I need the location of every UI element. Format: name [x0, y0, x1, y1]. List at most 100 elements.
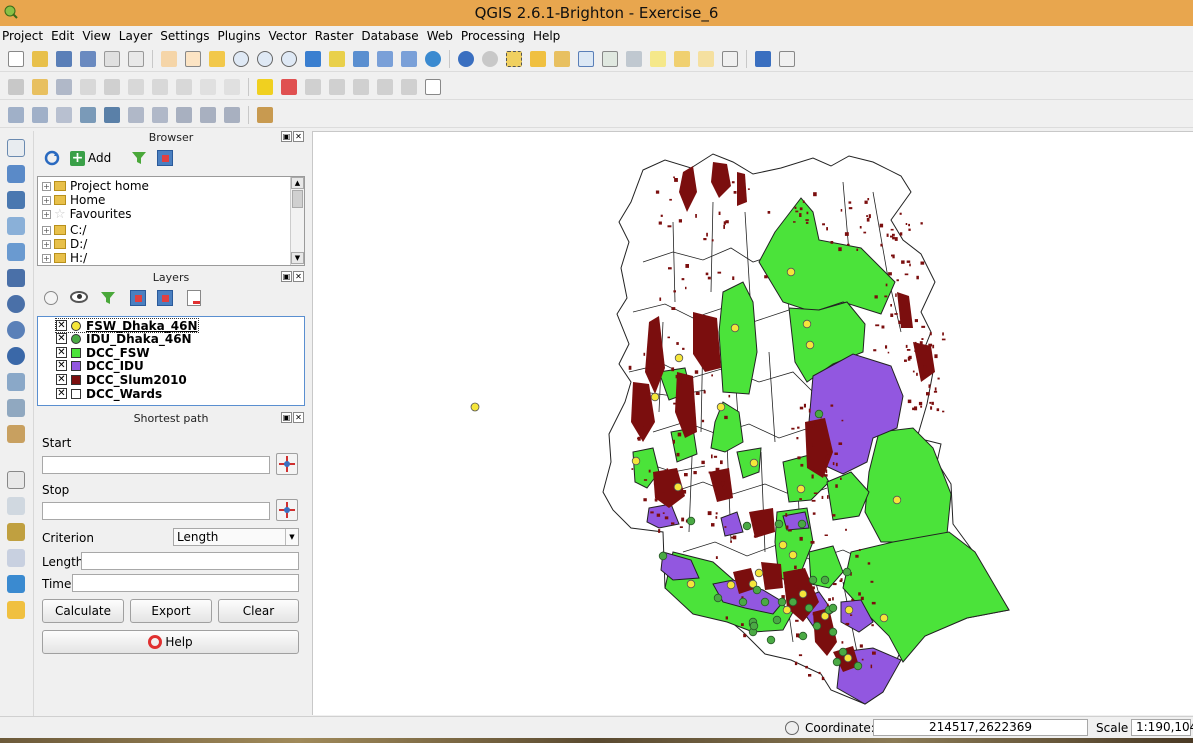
coordinate-field[interactable]: 214517,2622369 — [873, 719, 1088, 736]
cut-features-icon[interactable] — [176, 78, 192, 95]
collapse-all-icon[interactable] — [157, 150, 173, 166]
criterion-select[interactable]: Length ▼ — [173, 528, 299, 546]
layer-item-dcc-idu[interactable]: ✕ DCC_IDU — [56, 359, 144, 373]
label-highlight-icon[interactable] — [401, 78, 417, 95]
add-raster-layer-icon[interactable] — [7, 165, 25, 183]
label-tool-icon[interactable] — [257, 78, 273, 95]
menu-project[interactable]: Project — [2, 29, 43, 43]
zoom-full-icon[interactable] — [305, 50, 321, 67]
help-button[interactable]: Help — [42, 630, 299, 654]
remove-layer-icon[interactable] — [7, 497, 25, 515]
save-layer-edits-icon[interactable] — [56, 78, 72, 95]
add-postgis-layer-icon[interactable] — [7, 191, 25, 209]
start-point-input[interactable] — [42, 456, 270, 474]
label-change-icon[interactable] — [377, 78, 393, 95]
zoom-to-layer-icon[interactable] — [353, 50, 369, 67]
label-pin-icon[interactable] — [281, 78, 297, 95]
menu-vector[interactable]: Vector — [268, 29, 306, 43]
menu-database[interactable]: Database — [361, 29, 418, 43]
copy-features-icon[interactable] — [200, 78, 216, 95]
layer-visibility-checkbox[interactable]: ✕ — [56, 374, 67, 385]
add-selected-button[interactable]: + Add — [70, 150, 111, 166]
vector-tool-1-icon[interactable] — [8, 106, 24, 123]
vector-tool-10-icon[interactable] — [224, 106, 240, 123]
vector-tool-5-icon[interactable] — [104, 106, 120, 123]
add-delimited-text-icon[interactable] — [7, 373, 25, 391]
menu-view[interactable]: View — [82, 29, 110, 43]
remove-layer-icon[interactable] — [187, 290, 201, 306]
browser-scrollbar[interactable]: ▲ ▼ — [290, 177, 304, 265]
vector-tool-8-icon[interactable] — [176, 106, 192, 123]
zoom-in-icon[interactable] — [233, 50, 249, 67]
close-panel-button[interactable]: ✕ — [293, 412, 304, 423]
layer-visibility-checkbox[interactable]: ✕ — [56, 360, 67, 371]
add-mssql-layer-icon[interactable] — [7, 243, 25, 261]
browser-item-h-drive[interactable]: + H:/ — [42, 251, 87, 265]
context-help-icon[interactable] — [779, 50, 795, 67]
layer-item-fsw-points[interactable]: ✕ FSW_Dhaka_46N — [55, 318, 199, 333]
plugin-tool-icon[interactable] — [7, 601, 25, 619]
map-canvas[interactable] — [312, 131, 1193, 715]
map-tips-icon[interactable] — [650, 50, 666, 67]
csw-icon[interactable] — [425, 78, 441, 95]
close-panel-button[interactable]: ✕ — [293, 271, 304, 282]
add-csv-layer-icon[interactable] — [7, 399, 25, 417]
menu-plugins[interactable]: Plugins — [217, 29, 260, 43]
layer-item-dcc-fsw[interactable]: ✕ DCC_FSW — [56, 346, 150, 360]
collapse-all-icon[interactable] — [157, 290, 173, 306]
label-rotate-icon[interactable] — [353, 78, 369, 95]
browser-item-favourites[interactable]: + ☆ Favourites — [42, 207, 131, 222]
touch-zoom-icon[interactable] — [161, 50, 177, 67]
menu-layer[interactable]: Layer — [119, 29, 152, 43]
menu-settings[interactable]: Settings — [160, 29, 209, 43]
vector-tool-4-icon[interactable] — [80, 106, 96, 123]
layer-visibility-checkbox[interactable]: ✕ — [56, 333, 67, 344]
add-wcs-layer-icon[interactable] — [7, 321, 25, 339]
zoom-last-icon[interactable] — [377, 50, 393, 67]
deselect-features-icon[interactable] — [530, 50, 546, 67]
new-spatialite-icon[interactable] — [7, 471, 25, 489]
new-print-composer-icon[interactable] — [104, 50, 120, 67]
node-tool-icon[interactable] — [128, 78, 144, 95]
layer-item-dcc-slum[interactable]: ✕ DCC_Slum2010 — [56, 373, 187, 387]
pan-hand-icon[interactable] — [185, 50, 201, 67]
open-project-icon[interactable] — [32, 50, 48, 67]
zoom-next-icon[interactable] — [401, 50, 417, 67]
layer-item-dcc-wards[interactable]: ✕ DCC_Wards — [56, 387, 162, 401]
text-annotation-icon[interactable] — [722, 50, 738, 67]
close-panel-button[interactable]: ✕ — [293, 131, 304, 142]
vector-tool-2-icon[interactable] — [32, 106, 48, 123]
scroll-down-icon[interactable]: ▼ — [291, 252, 304, 264]
delete-selected-icon[interactable] — [152, 78, 168, 95]
layer-item-idu-points[interactable]: ✕ IDU_Dhaka_46N — [56, 332, 192, 346]
new-shapefile-icon[interactable] — [7, 425, 25, 443]
scroll-up-icon[interactable]: ▲ — [291, 177, 304, 189]
layer-visibility-checkbox[interactable]: ✕ — [56, 320, 67, 331]
add-vector-layer-icon[interactable] — [7, 139, 25, 157]
browser-item-home[interactable]: + Home — [42, 193, 105, 207]
menu-raster[interactable]: Raster — [315, 29, 354, 43]
add-wfs-layer-icon[interactable] — [7, 347, 25, 365]
field-calculator-icon[interactable] — [554, 50, 570, 67]
browser-item-c-drive[interactable]: + C:/ — [42, 223, 86, 237]
new-bookmark-icon[interactable] — [674, 50, 690, 67]
pick-stop-point-button[interactable] — [276, 499, 298, 521]
add-wms-layer-icon[interactable] — [7, 295, 25, 313]
float-panel-button[interactable]: ▣ — [281, 131, 292, 142]
composer-manager-icon[interactable] — [128, 50, 144, 67]
identify-features-icon[interactable] — [458, 50, 474, 67]
add-oracle-layer-icon[interactable] — [7, 269, 25, 287]
vector-tool-3-icon[interactable] — [56, 106, 72, 123]
float-panel-button[interactable]: ▣ — [281, 412, 292, 423]
paste-features-icon[interactable] — [224, 78, 240, 95]
new-gpx-icon[interactable] — [7, 523, 25, 541]
browser-item-d-drive[interactable]: + D:/ — [42, 237, 87, 251]
scroll-thumb[interactable] — [292, 190, 303, 208]
layer-visibility-checkbox[interactable]: ✕ — [56, 347, 67, 358]
menu-help[interactable]: Help — [533, 29, 560, 43]
new-project-icon[interactable] — [8, 50, 24, 67]
measure-line-icon[interactable] — [626, 50, 642, 67]
toggle-editing-icon[interactable] — [32, 78, 48, 95]
stop-point-input[interactable] — [42, 502, 270, 520]
add-feature-icon[interactable] — [80, 78, 96, 95]
